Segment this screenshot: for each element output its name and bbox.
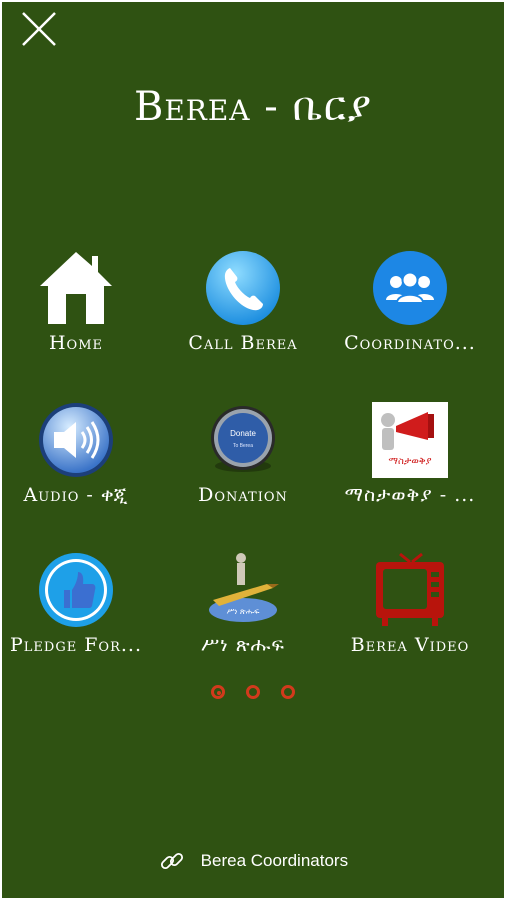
tile-audio[interactable]: Audio - ቀጂ (2, 400, 160, 520)
footer-link[interactable]: Berea Coordinators (2, 847, 504, 875)
page-title: Berea - ቤርያ (133, 84, 373, 130)
tile-label: Call Berea (188, 332, 298, 354)
tile-label: Audio - ቀጂ (23, 484, 129, 506)
speaker-icon (39, 403, 113, 477)
donate-bottom-text: To Berea (233, 443, 253, 449)
tile-label: Home (48, 332, 104, 354)
tile-label: ማስታወቅያ - ... (344, 484, 476, 506)
tile-label: Coordinato... (344, 332, 476, 354)
tile-berea-video[interactable]: Berea Video (326, 550, 494, 670)
page-dot-1[interactable] (210, 685, 225, 699)
tile-label: Berea Video (350, 634, 470, 656)
tile-literature[interactable]: ሥነ ጽሑፍ ሥነ ጽሑፍ (159, 550, 327, 670)
megaphone-icon: ማስታወቅያ (372, 402, 448, 478)
close-icon[interactable] (20, 10, 58, 48)
tile-label: Donation (198, 484, 288, 506)
page-dot-2[interactable] (246, 685, 260, 699)
tile-announcements[interactable]: ማስታወቅያ ማስታወቅያ - ... (326, 400, 494, 520)
pen-figure-text: ሥነ ጽሑፍ (227, 607, 260, 616)
home-icon (40, 252, 112, 324)
tile-donation[interactable]: Donate To Berea Donation (159, 400, 327, 520)
pen-figure-icon: ሥነ ጽሑፍ (209, 553, 279, 622)
tile-pledge[interactable]: Pledge For... (2, 550, 160, 670)
page-dot-3[interactable] (281, 685, 296, 699)
phone-icon (206, 251, 280, 325)
app-screen: Berea - ቤርያ Home Call Berea Coordinato..… (2, 2, 504, 898)
donate-button-icon: Donate To Berea (211, 406, 275, 472)
group-icon (373, 251, 447, 325)
tile-call-berea[interactable]: Call Berea (159, 248, 327, 368)
footer-link-text: Berea Coordinators (200, 851, 349, 870)
tile-label: ሥነ ጽሑፍ (201, 634, 285, 656)
donate-top-text: Donate (230, 429, 256, 438)
link-icon (160, 852, 183, 870)
tile-label: Pledge For... (10, 634, 142, 656)
thumbs-up-icon (39, 553, 113, 627)
tv-icon (376, 552, 444, 626)
page-indicator (2, 684, 504, 703)
tile-coordinators[interactable]: Coordinato... (326, 248, 494, 368)
tile-home[interactable]: Home (2, 248, 160, 368)
megaphone-text: ማስታወቅያ (388, 456, 431, 467)
